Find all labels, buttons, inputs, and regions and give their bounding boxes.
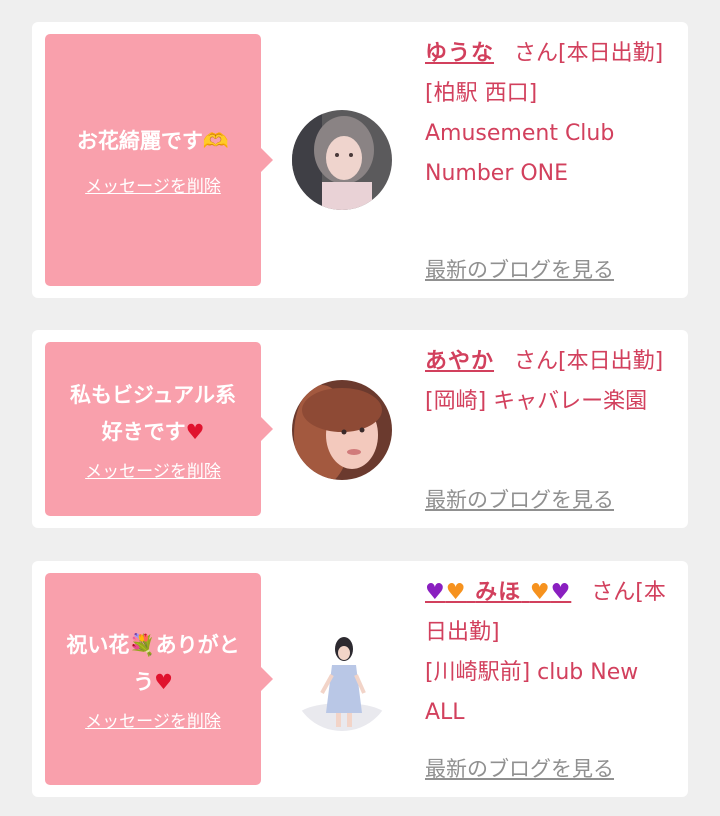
latest-blog-link[interactable]: 最新のブログを見る: [425, 254, 614, 284]
red-heart-icon: ♥: [154, 669, 173, 694]
message-line: ありがと: [155, 632, 240, 657]
avatar[interactable]: [292, 631, 392, 731]
cast-info: あやか さん[本日出勤] [岡崎] キャバレー楽園: [425, 342, 675, 422]
purple-heart-icon: ♥: [425, 580, 446, 605]
status-text: さん[本日出勤]: [514, 41, 664, 66]
latest-blog-link[interactable]: 最新のブログを見る: [425, 484, 614, 514]
message-bubble: お花綺麗です🫶 メッセージを削除: [45, 34, 273, 286]
message-card: 私もビジュアル系 好きです♥ メッセージを削除 あやか さん[本日出勤] [岡崎]…: [32, 330, 688, 528]
cast-name-link[interactable]: あやか: [425, 349, 494, 374]
bouquet-icon: 💐: [129, 632, 156, 657]
cast-info: ♥♥ みほ ♥♥ さん[本日出勤] [川崎駅前] club New ALL: [425, 573, 675, 733]
message-text: お花綺麗です🫶: [67, 123, 239, 160]
red-heart-icon: ♥: [185, 419, 205, 444]
avatar[interactable]: [292, 380, 392, 480]
message-line: 私もビジュアル系: [70, 382, 236, 407]
avatar-photo: [292, 631, 392, 731]
orange-heart-icon: ♥: [529, 580, 551, 605]
shop-text: [岡崎] キャバレー楽園: [425, 389, 648, 414]
message-line: 祝い花: [66, 632, 130, 657]
message-text: 私もビジュアル系 好きです♥: [60, 377, 246, 451]
heart-hands-icon: 🫶: [202, 129, 230, 153]
shop-text: [川崎駅前] club New ALL: [425, 660, 639, 725]
cast-name: みほ: [475, 580, 522, 605]
delete-message-link[interactable]: メッセージを削除: [85, 457, 221, 482]
message-line: 好きです: [101, 419, 186, 444]
message-bubble: 祝い花💐ありがと う♥ メッセージを削除: [45, 573, 273, 785]
shop-text: [柏駅 西口] Amusement Club Number ONE: [425, 81, 615, 186]
avatar-photo: [292, 110, 392, 210]
cast-info: ゆうな さん[本日出勤] [柏駅 西口] Amusement Club Numbe…: [425, 34, 675, 194]
message-card: 祝い花💐ありがと う♥ メッセージを削除 ♥♥ みほ ♥♥ さん[本日出勤] [川…: [32, 561, 688, 797]
message-body: お花綺麗です: [76, 129, 203, 153]
avatar-photo: [292, 380, 392, 480]
purple-heart-icon: ♥: [550, 580, 572, 605]
message-card: お花綺麗です🫶 メッセージを削除 ゆうな さん[本日出勤] [柏駅 西口] Amu…: [32, 22, 688, 298]
delete-message-link[interactable]: メッセージを削除: [85, 707, 221, 732]
delete-message-link[interactable]: メッセージを削除: [85, 172, 221, 197]
cast-name-link[interactable]: ♥♥ みほ ♥♥: [425, 580, 571, 605]
avatar[interactable]: [292, 110, 392, 210]
latest-blog-link[interactable]: 最新のブログを見る: [425, 753, 614, 783]
cast-name-link[interactable]: ゆうな: [425, 41, 494, 66]
status-text: さん[本日出勤]: [514, 349, 664, 374]
message-line: う: [133, 669, 155, 694]
message-text: 祝い花💐ありがと う♥: [56, 627, 249, 701]
message-bubble: 私もビジュアル系 好きです♥ メッセージを削除: [45, 342, 273, 516]
orange-heart-icon: ♥: [445, 580, 467, 605]
